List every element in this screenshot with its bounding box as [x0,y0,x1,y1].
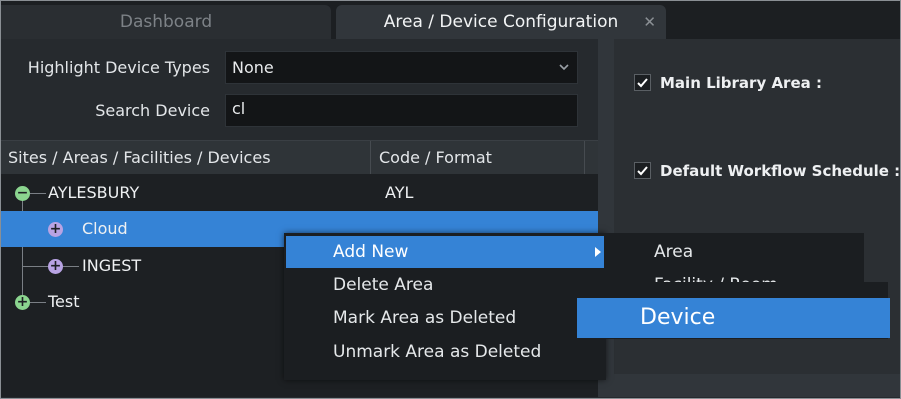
expand-icon[interactable]: + [48,222,63,237]
tab-label: Area / Device Configuration [383,12,619,32]
chevron-down-icon [559,64,569,71]
highlight-row: Highlight Device Types None [1,51,598,85]
submenu-item-device[interactable]: Device [577,298,890,338]
menu-item-label: Unmark Area as Deleted [333,342,542,362]
tree-header: Sites / Areas / Facilities / Devices Cod… [1,140,598,175]
tab-strip: Dashboard Area / Device Configuration ✕ [1,1,900,39]
checkbox-label: Main Library Area : [660,74,822,92]
menu-item-mark-deleted[interactable]: Mark Area as Deleted [286,302,604,334]
search-value: cl [232,99,246,118]
expand-icon[interactable]: + [48,259,63,274]
tab-area-device-configuration[interactable]: Area / Device Configuration ✕ [336,5,666,39]
expand-icon[interactable]: + [15,295,30,310]
collapse-icon[interactable]: − [15,186,30,201]
context-menu: Add New Delete Area Mark Area as Deleted… [284,233,606,380]
submenu-arrow-icon [595,247,601,257]
tree-row-label: AYLESBURY [48,183,140,202]
tree-row-code: AYL [385,183,414,202]
submenu-item-area[interactable]: Area [654,236,693,268]
tree-row-label: INGEST [82,256,142,275]
menu-item-delete-area[interactable]: Delete Area [286,269,604,301]
search-label: Search Device [95,101,210,120]
checkbox[interactable] [634,74,651,91]
column-header-code[interactable]: Code / Format [379,141,492,175]
check-icon [637,78,648,88]
menu-item-label: Delete Area [333,275,434,295]
checkbox[interactable] [634,162,651,179]
column-divider[interactable] [370,141,371,175]
search-device-input[interactable]: cl [225,94,578,127]
column-header-name[interactable]: Sites / Areas / Facilities / Devices [8,141,271,175]
tab-dashboard[interactable]: Dashboard [1,5,331,39]
tree-row-label: Cloud [82,219,128,238]
menu-item-label: Add New [333,242,409,262]
right-panel: Main Library Area : Default Workflow Sch… [598,39,900,397]
tree-row-label: Test [48,292,80,311]
highlight-device-types-select[interactable]: None [225,51,578,84]
search-row: Search Device cl [1,94,598,128]
highlight-label: Highlight Device Types [27,58,210,77]
check-icon [637,166,648,176]
menu-item-unmark-deleted[interactable]: Unmark Area as Deleted [286,336,604,368]
column-divider[interactable] [584,141,585,175]
menu-item-label: Mark Area as Deleted [333,308,517,328]
checkbox-label: Default Workflow Schedule : [660,162,901,180]
close-icon[interactable]: ✕ [643,5,656,39]
tree-row[interactable]: − AYLESBURY AYL [1,175,598,211]
menu-item-add-new[interactable]: Add New [286,236,604,268]
highlight-value: None [232,58,274,77]
